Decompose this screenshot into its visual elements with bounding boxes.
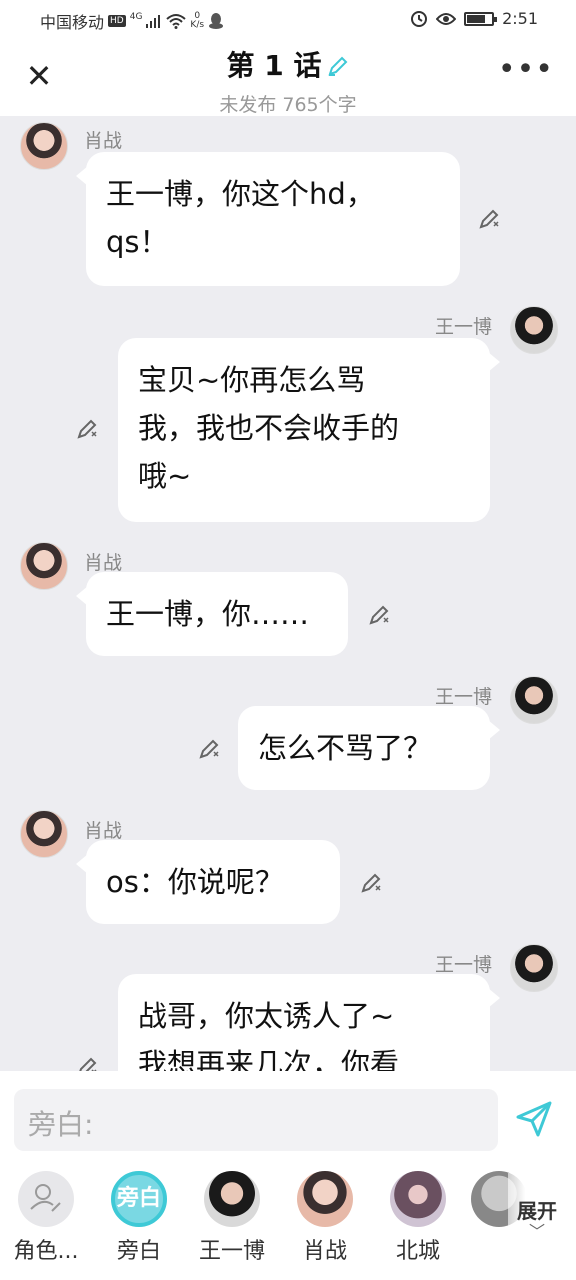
avatar-wang-yibo[interactable] (510, 676, 558, 724)
speed-unit: K/s (190, 20, 205, 30)
expand-roles-button[interactable]: 展开 ﹀ (508, 1173, 566, 1247)
role-label: 北城 (395, 1239, 440, 1264)
eye-icon (436, 12, 457, 25)
role-manage[interactable]: 角色... (7, 1171, 85, 1265)
more-options-button[interactable]: ••• (498, 55, 554, 85)
role-label: 旁白 (116, 1239, 161, 1264)
person-edit-icon (30, 1184, 61, 1212)
wifi-icon (166, 14, 187, 29)
message-bubble[interactable]: 王一博，你…… (76, 572, 348, 656)
role-beicheng[interactable]: 北城 (379, 1171, 457, 1265)
message-bubble[interactable]: 怎么不骂了？ (238, 706, 500, 790)
role-avatar (390, 1171, 446, 1227)
role-label: 王一博 (198, 1239, 265, 1264)
battery-icon (464, 11, 498, 26)
hd-badge: HD (108, 15, 126, 27)
status-right: 2:51 (410, 9, 538, 28)
alarm-icon (411, 10, 428, 27)
chevron-down-icon: ﹀ (528, 1222, 545, 1241)
header: ✕ 第 1 话 未发布 765个字 ••• (0, 38, 576, 116)
speaker-name: 肖战 (84, 820, 123, 842)
edit-title-icon[interactable] (327, 55, 349, 77)
network-type: 4G (129, 11, 143, 22)
avatar-wang-yibo[interactable] (510, 944, 558, 992)
page-title: 第 1 话 (226, 49, 322, 82)
role-label: 角色... (13, 1239, 79, 1264)
role-avatar (204, 1171, 260, 1227)
message-line: qs！ (106, 225, 169, 259)
chat-area[interactable]: 肖战 王一博，你这个hd， qs！ 王一博 宝贝~你再怎么骂 我，我也不会收手的… (0, 116, 576, 1071)
role-wang-yibo[interactable]: 王一博 (193, 1171, 271, 1265)
narration-input[interactable]: 旁白: (14, 1089, 498, 1151)
composer-panel: 旁白: 角色... 旁白 旁白 王一博 肖战 北城 展开 ﹀ (0, 1071, 576, 1280)
expand-label: 展开 (517, 1199, 557, 1223)
message-bubble[interactable]: os：你说呢？ (76, 840, 340, 924)
message-line: 我想再来几次，你看 (138, 1047, 400, 1071)
message-line: 我，我也不会收手的 (138, 411, 400, 445)
message-line: 王一博，你…… (106, 597, 310, 631)
speaker-name: 肖战 (84, 130, 123, 152)
title-wrap: 第 1 话 (0, 44, 576, 84)
send-icon[interactable] (514, 1099, 554, 1139)
avatar-xiao-zhan[interactable] (20, 542, 68, 590)
role-narration[interactable]: 旁白 旁白 (100, 1171, 178, 1265)
edit-message-icon[interactable] (198, 738, 220, 760)
message-bubble[interactable]: 战哥，你太诱人了~ 我想再来几次，你看 (118, 974, 500, 1071)
message-bubble[interactable]: 宝贝~你再怎么骂 我，我也不会收手的 哦~ (118, 338, 500, 522)
message-bubble[interactable]: 王一博，你这个hd， qs！ (76, 152, 460, 286)
speaker-name: 肖战 (84, 552, 123, 574)
avatar-xiao-zhan[interactable] (20, 122, 68, 170)
word-count-subtitle: 未发布 765个字 (219, 94, 357, 116)
qq-icon (209, 13, 224, 29)
message-line: 宝贝~你再怎么骂 (138, 363, 366, 397)
edit-message-icon[interactable] (76, 418, 98, 440)
clock: 2:51 (502, 9, 538, 28)
speed-indicator: 0 K/s (190, 12, 204, 30)
role-selector: 角色... 旁白 旁白 王一博 肖战 北城 展开 ﹀ (0, 1171, 576, 1271)
signal-icon (146, 15, 161, 28)
add-role-avatar (18, 1171, 74, 1227)
role-avatar (297, 1171, 353, 1227)
edit-message-icon[interactable] (76, 1056, 98, 1071)
edit-message-icon[interactable] (478, 208, 500, 230)
message-line: 王一博，你这个hd， (106, 177, 375, 211)
message-line: os：你说呢？ (106, 865, 284, 899)
speaker-name: 王一博 (434, 954, 492, 976)
status-left: 中国移动 HD 4G 0 K/s (40, 9, 224, 33)
narration-avatar: 旁白 (111, 1171, 167, 1227)
message-line: 哦~ (138, 459, 192, 493)
message-line: 怎么不骂了？ (258, 731, 433, 765)
role-xiao-zhan[interactable]: 肖战 (286, 1171, 364, 1265)
message-line: 战哥，你太诱人了~ (138, 999, 395, 1033)
status-bar: 中国移动 HD 4G 0 K/s 2:51 (0, 0, 576, 38)
carrier-label: 中国移动 (40, 13, 105, 32)
avatar-wang-yibo[interactable] (510, 306, 558, 354)
speaker-name: 王一博 (434, 686, 492, 708)
speaker-name: 王一博 (434, 316, 492, 338)
avatar-xiao-zhan[interactable] (20, 810, 68, 858)
edit-message-icon[interactable] (360, 872, 382, 894)
edit-message-icon[interactable] (368, 604, 390, 626)
role-label: 肖战 (302, 1239, 347, 1264)
